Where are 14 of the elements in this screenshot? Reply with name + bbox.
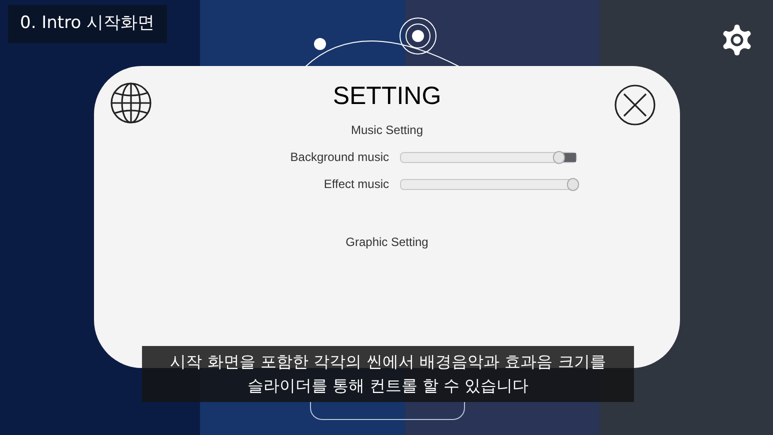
slider-label: Background music — [289, 149, 389, 166]
dialog-title: SETTING — [332, 84, 442, 109]
globe-icon[interactable] — [110, 82, 152, 124]
slider-thumb[interactable] — [552, 150, 564, 164]
slider-label: Effect music — [322, 176, 389, 193]
scene-label: 0. Intro 시작화면 — [20, 13, 154, 33]
subtitle-line: 슬라이더를 통해 컨트롤 할 수 있습니다 — [247, 375, 529, 397]
close-icon[interactable] — [614, 84, 656, 126]
slider-track[interactable] — [400, 152, 577, 162]
section-heading: Music Setting — [350, 122, 424, 139]
section-heading: Graphic Setting — [346, 234, 428, 251]
slider-track[interactable] — [400, 178, 577, 190]
subtitle-line: 시작 화면을 포함한 각각의 씬에서 배경음악과 효과음 크기를 — [170, 351, 606, 373]
slider-thumb[interactable] — [566, 178, 578, 190]
